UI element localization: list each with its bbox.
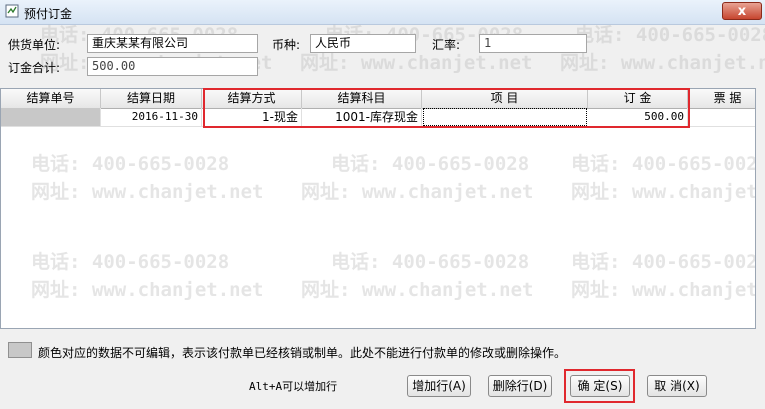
watermark-phone: 电话: 400-665-0028 [331,153,530,175]
col-header-bill[interactable]: 票 据 [688,89,755,108]
window-title: 预付订金 [24,7,73,21]
watermark-phone: 电话: 400-665-0028 [571,153,756,175]
col-header-deposit[interactable]: 订 金 [588,89,688,108]
watermark-site: 网址: www.chanjet.net [31,181,264,203]
total-label: 订金合计: [8,61,61,75]
settlement-grid: 结算单号 结算日期 结算方式 结算科目 项 目 订 金 票 据 2016-11-… [0,88,756,329]
add-row-button[interactable]: 增加行(A) [407,375,471,397]
watermark-site: 网址: www.chanjet.net [301,279,534,301]
cell-settle-account[interactable]: 1001-库存现金 [302,108,422,126]
watermark-site: 网址: www.chanjet.net [31,279,264,301]
delete-row-button[interactable]: 删除行(D) [488,375,552,397]
table-row[interactable]: 2016-11-30 1-现金 1001-库存现金 500.00 [1,108,755,127]
col-header-project[interactable]: 项 目 [422,89,588,108]
col-header-settle-account[interactable]: 结算科目 [302,89,422,108]
watermark-site: 网址: www.chanjet.net [301,181,534,203]
col-header-settle-method[interactable]: 结算方式 [202,89,302,108]
supplier-label: 供货单位: [8,38,61,52]
currency-label: 币种: [272,38,301,52]
readonly-color-swatch [8,342,32,358]
grid-header: 结算单号 结算日期 结算方式 结算科目 项 目 订 金 票 据 [1,89,755,109]
cell-settle-method[interactable]: 1-现金 [202,108,302,126]
cell-deposit[interactable]: 500.00 [588,108,688,126]
supplier-field[interactable]: 重庆某某有限公司 [87,34,258,53]
watermark-site: 网址: www.chanjet.net [571,279,756,301]
col-header-settle-no[interactable]: 结算单号 [1,89,101,108]
cell-bill[interactable] [688,108,755,126]
close-icon: x [737,4,747,19]
confirm-button[interactable]: 确 定(S) [570,375,630,397]
rate-label: 汇率: [432,38,461,52]
watermark-phone: 电话: 400-665-0028 [31,153,230,175]
watermark-phone: 电话: 400-665-0028 [331,251,530,273]
cell-settle-no[interactable] [1,108,101,126]
currency-field[interactable]: 人民币 [310,34,416,53]
watermark-site: 网址: www.chanjet.net [560,52,765,74]
cell-settle-date[interactable]: 2016-11-30 [101,108,202,126]
close-button[interactable]: x [722,2,762,20]
rate-field[interactable]: 1 [479,34,587,53]
shortcut-hint: Alt+A可以增加行 [249,380,338,393]
watermark-phone: 电话: 400-665-0028 [571,251,756,273]
app-icon [5,4,19,18]
legend-text: 颜色对应的数据不可编辑，表示该付款单已经核销或制单。此处不能进行付款单的修改或删… [38,346,567,360]
watermark-site: 网址: www.chanjet.net [571,181,756,203]
vertical-scrollbar[interactable] [756,88,765,329]
cancel-button[interactable]: 取 消(X) [647,375,707,397]
title-bar: 预付订金 x [0,0,765,25]
cell-project[interactable] [423,108,587,126]
col-header-settle-date[interactable]: 结算日期 [101,89,202,108]
total-field[interactable]: 500.00 [87,57,258,76]
watermark-phone: 电话: 400-665-0028 [31,251,230,273]
